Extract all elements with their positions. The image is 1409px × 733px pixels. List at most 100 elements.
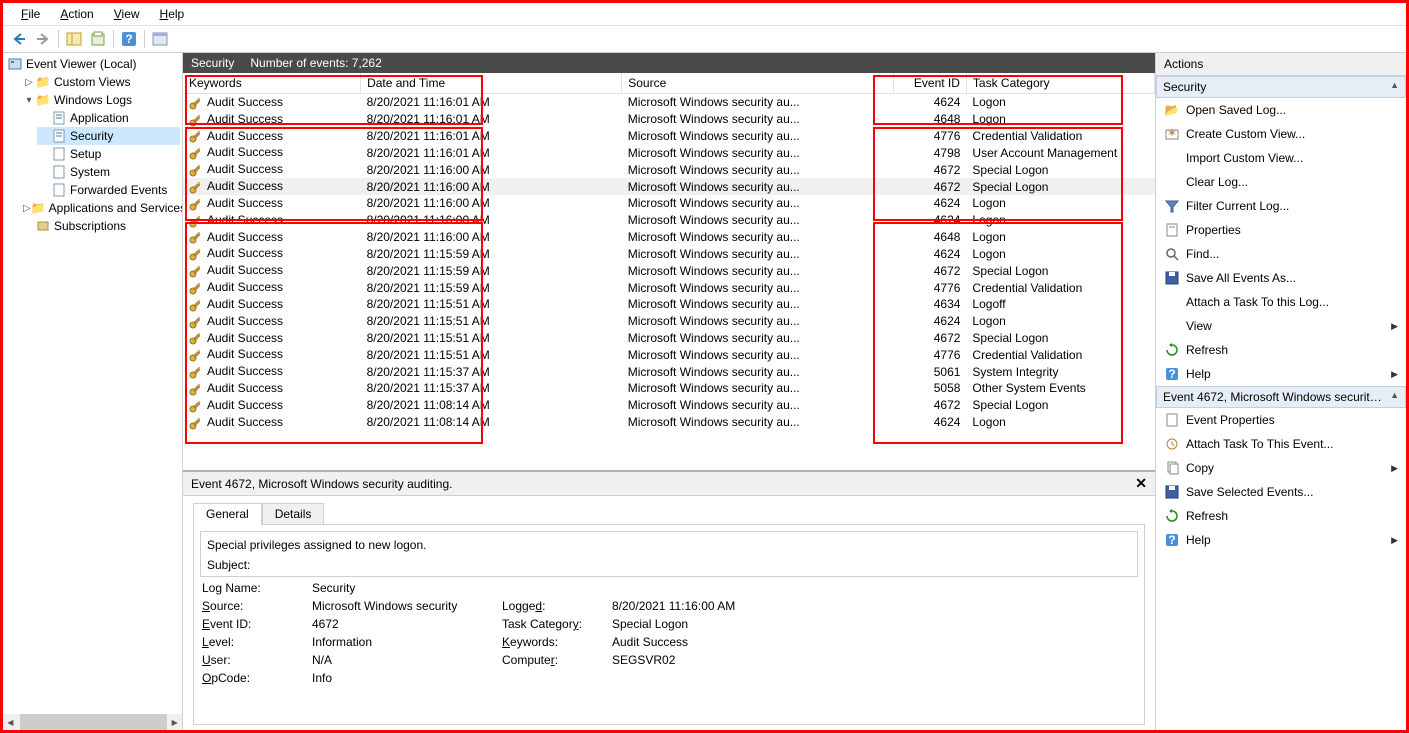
action-help2[interactable]: ?Help▶ — [1156, 528, 1406, 552]
key-icon — [189, 146, 203, 160]
action-refresh2[interactable]: Refresh — [1156, 504, 1406, 528]
col-keywords[interactable]: Keywords — [183, 73, 361, 94]
table-row[interactable]: Audit Success8/20/2021 11:16:00 AMMicros… — [183, 212, 1155, 229]
export-button[interactable] — [87, 28, 109, 50]
table-row[interactable]: Audit Success8/20/2021 11:16:01 AMMicros… — [183, 94, 1155, 111]
refresh-icon — [1164, 508, 1180, 524]
menu-file[interactable]: File — [11, 5, 50, 23]
actions-section-event[interactable]: Event 4672, Microsoft Windows security a… — [1156, 386, 1406, 408]
tree-windows-logs[interactable]: ▾📁Windows Logs — [21, 91, 180, 109]
table-row[interactable]: Audit Success8/20/2021 11:15:51 AMMicros… — [183, 330, 1155, 347]
tree-panel: Event Viewer (Local) ▷📁Custom Views ▾📁Wi… — [3, 53, 183, 730]
table-row[interactable]: Audit Success8/20/2021 11:15:59 AMMicros… — [183, 262, 1155, 279]
tree-subscriptions[interactable]: Subscriptions — [21, 217, 180, 235]
panel-button[interactable] — [149, 28, 171, 50]
lbl-category: Task Category: — [502, 617, 602, 631]
log-icon — [51, 128, 67, 144]
event-table: Keywords Date and Time Source Event ID T… — [183, 73, 1155, 431]
lbl-opcode: OpCode: — [202, 671, 302, 685]
actions-section-security[interactable]: Security▲ — [1156, 76, 1406, 98]
tab-details[interactable]: Details — [262, 503, 325, 525]
action-view[interactable]: View▶ — [1156, 314, 1406, 338]
col-eventid[interactable]: Event ID — [893, 73, 966, 94]
table-header-row[interactable]: Keywords Date and Time Source Event ID T… — [183, 73, 1155, 94]
copy-icon — [1164, 460, 1180, 476]
table-row[interactable]: Audit Success8/20/2021 11:15:37 AMMicros… — [183, 363, 1155, 380]
description-text: Special privileges assigned to new logon… — [207, 538, 1131, 552]
svg-text:?: ? — [1168, 367, 1175, 381]
back-button[interactable] — [8, 28, 30, 50]
tab-general[interactable]: General — [193, 503, 262, 525]
action-import-custom-view[interactable]: Import Custom View... — [1156, 146, 1406, 170]
table-row[interactable]: Audit Success8/20/2021 11:08:14 AMMicros… — [183, 397, 1155, 414]
description-box: Special privileges assigned to new logon… — [200, 531, 1138, 577]
key-icon — [189, 230, 203, 244]
action-copy[interactable]: Copy▶ — [1156, 456, 1406, 480]
menu-view[interactable]: View — [104, 5, 150, 23]
action-attach-task-log[interactable]: Attach a Task To this Log... — [1156, 290, 1406, 314]
clear-icon — [1164, 174, 1180, 190]
table-row[interactable]: Audit Success8/20/2021 11:15:51 AMMicros… — [183, 313, 1155, 330]
key-icon — [189, 416, 203, 430]
table-row[interactable]: Audit Success8/20/2021 11:16:00 AMMicros… — [183, 195, 1155, 212]
tree-setup[interactable]: Setup — [37, 145, 180, 163]
tree-hscroll[interactable]: ◀▶ — [3, 714, 182, 730]
find-icon — [1164, 246, 1180, 262]
help-button[interactable]: ? — [118, 28, 140, 50]
table-row[interactable]: Audit Success8/20/2021 11:15:51 AMMicros… — [183, 346, 1155, 363]
table-row[interactable]: Audit Success8/20/2021 11:15:59 AMMicros… — [183, 245, 1155, 262]
forward-button[interactable] — [32, 28, 54, 50]
action-properties[interactable]: Properties — [1156, 218, 1406, 242]
table-row[interactable]: Audit Success8/20/2021 11:16:00 AMMicros… — [183, 229, 1155, 246]
show-hide-tree-button[interactable] — [63, 28, 85, 50]
actions-header: Actions — [1156, 53, 1406, 76]
log-icon — [51, 182, 67, 198]
action-attach-task-event[interactable]: Attach Task To This Event... — [1156, 432, 1406, 456]
menu-bar: File Action View Help — [3, 3, 1406, 26]
table-row[interactable]: Audit Success8/20/2021 11:15:59 AMMicros… — [183, 279, 1155, 296]
col-date[interactable]: Date and Time — [361, 73, 622, 94]
folder-icon: 📁 — [31, 200, 46, 216]
table-row[interactable]: Audit Success8/20/2021 11:08:14 AMMicros… — [183, 414, 1155, 431]
col-source[interactable]: Source — [622, 73, 894, 94]
close-button[interactable]: ✕ — [1135, 475, 1147, 492]
action-open-saved-log[interactable]: 📂Open Saved Log... — [1156, 98, 1406, 122]
detail-panel: Event 4672, Microsoft Windows security a… — [183, 470, 1155, 730]
action-create-custom-view[interactable]: ✶Create Custom View... — [1156, 122, 1406, 146]
key-icon — [189, 197, 203, 211]
tree-root[interactable]: Event Viewer (Local) — [5, 55, 180, 73]
table-row[interactable]: Audit Success8/20/2021 11:16:01 AMMicros… — [183, 111, 1155, 128]
action-event-properties[interactable]: Event Properties — [1156, 408, 1406, 432]
action-filter-log[interactable]: Filter Current Log... — [1156, 194, 1406, 218]
attach-icon — [1164, 294, 1180, 310]
save-icon — [1164, 270, 1180, 286]
detail-tabs: General Details — [183, 496, 1155, 524]
table-row[interactable]: Audit Success8/20/2021 11:15:51 AMMicros… — [183, 296, 1155, 313]
tree-custom-views[interactable]: ▷📁Custom Views — [21, 73, 180, 91]
table-row[interactable]: Audit Success8/20/2021 11:16:01 AMMicros… — [183, 144, 1155, 161]
table-row[interactable]: Audit Success8/20/2021 11:16:00 AMMicros… — [183, 161, 1155, 178]
key-icon — [189, 382, 203, 396]
action-clear-log[interactable]: Clear Log... — [1156, 170, 1406, 194]
menu-help[interactable]: Help — [150, 5, 195, 23]
menu-action[interactable]: Action — [50, 5, 103, 23]
tree-system[interactable]: System — [37, 163, 180, 181]
tree-forwarded[interactable]: Forwarded Events — [37, 181, 180, 199]
action-help[interactable]: ?Help▶ — [1156, 362, 1406, 386]
key-icon — [189, 129, 203, 143]
action-save-all[interactable]: Save All Events As... — [1156, 266, 1406, 290]
svg-text:✶: ✶ — [1167, 127, 1177, 140]
action-refresh[interactable]: Refresh — [1156, 338, 1406, 362]
action-find[interactable]: Find... — [1156, 242, 1406, 266]
key-icon — [189, 399, 203, 413]
col-category[interactable]: Task Category — [966, 73, 1154, 94]
table-row[interactable]: Audit Success8/20/2021 11:16:00 AMMicros… — [183, 178, 1155, 195]
tree-apps-services[interactable]: ▷📁Applications and Services Lo — [21, 199, 180, 217]
tree-application[interactable]: Application — [37, 109, 180, 127]
key-icon — [189, 96, 203, 110]
table-row[interactable]: Audit Success8/20/2021 11:15:37 AMMicros… — [183, 380, 1155, 397]
lbl-logged: Logged: — [502, 599, 602, 613]
tree-security[interactable]: Security — [37, 127, 180, 145]
table-row[interactable]: Audit Success8/20/2021 11:16:01 AMMicros… — [183, 128, 1155, 145]
action-save-selected[interactable]: Save Selected Events... — [1156, 480, 1406, 504]
